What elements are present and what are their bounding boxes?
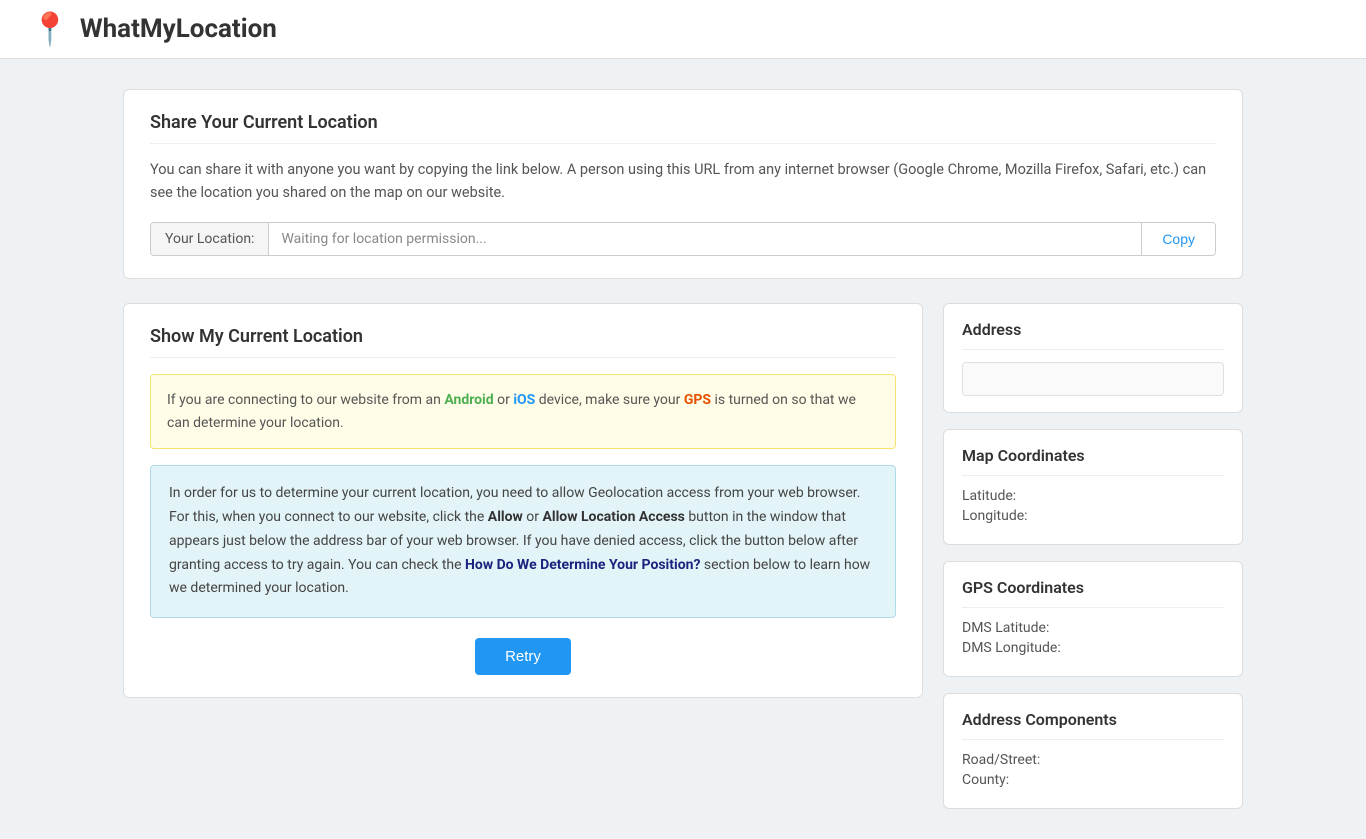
gps-coordinates-card: GPS Coordinates DMS Latitude: DMS Longit…	[943, 561, 1243, 677]
dms-longitude-label: DMS Longitude:	[962, 640, 1061, 656]
logo-icon: 📍	[30, 10, 70, 48]
copy-button[interactable]: Copy	[1141, 223, 1215, 255]
location-label: Your Location:	[151, 223, 269, 255]
location-value: Waiting for location permission...	[269, 223, 1141, 255]
road-row: Road/Street:	[962, 752, 1224, 768]
location-input-row: Your Location: Waiting for location perm…	[150, 222, 1216, 256]
show-location-panel: Show My Current Location If you are conn…	[123, 303, 923, 698]
road-label: Road/Street:	[962, 752, 1040, 768]
county-label: County:	[962, 772, 1009, 788]
county-row: County:	[962, 772, 1224, 788]
address-heading: Address	[962, 320, 1224, 350]
longitude-label: Longitude:	[962, 508, 1028, 524]
address-card: Address	[943, 303, 1243, 413]
address-value	[962, 362, 1224, 396]
site-header: 📍 WhatMyLocation	[0, 0, 1366, 59]
warning-prefix: If you are connecting to our website fro…	[167, 392, 444, 408]
warning-box: If you are connecting to our website fro…	[150, 374, 896, 449]
dms-latitude-label: DMS Latitude:	[962, 620, 1049, 636]
warning-gps: GPS	[684, 392, 711, 408]
warning-android: Android	[444, 392, 493, 408]
info-allow2: Allow Location Access	[542, 509, 684, 525]
latitude-label: Latitude:	[962, 488, 1016, 504]
show-location-heading: Show My Current Location	[150, 326, 896, 358]
retry-button[interactable]: Retry	[475, 638, 571, 675]
map-coordinates-heading: Map Coordinates	[962, 446, 1224, 476]
info-box: In order for us to determine your curren…	[150, 465, 896, 618]
gps-coordinates-heading: GPS Coordinates	[962, 578, 1224, 608]
two-col-layout: Show My Current Location If you are conn…	[123, 303, 1243, 809]
share-card: Share Your Current Location You can shar…	[123, 89, 1243, 279]
info-part2: or	[523, 509, 543, 525]
share-description: You can share it with anyone you want by…	[150, 158, 1216, 204]
warning-ios: iOS	[513, 392, 535, 408]
main-content: Share Your Current Location You can shar…	[103, 89, 1263, 809]
right-panel: Address Map Coordinates Latitude: Longit…	[943, 303, 1243, 809]
info-how-det: How Do We Determine Your Position?	[465, 557, 700, 573]
share-card-heading: Share Your Current Location	[150, 112, 1216, 144]
dms-longitude-row: DMS Longitude:	[962, 640, 1224, 656]
warning-middle2: device, make sure your	[535, 392, 684, 408]
info-allow1: Allow	[488, 509, 523, 525]
warning-middle1: or	[494, 392, 514, 408]
latitude-row: Latitude:	[962, 488, 1224, 504]
address-components-card: Address Components Road/Street: County:	[943, 693, 1243, 809]
map-coordinates-card: Map Coordinates Latitude: Longitude:	[943, 429, 1243, 545]
longitude-row: Longitude:	[962, 508, 1224, 524]
dms-latitude-row: DMS Latitude:	[962, 620, 1224, 636]
site-title: WhatMyLocation	[80, 14, 277, 44]
address-components-heading: Address Components	[962, 710, 1224, 740]
